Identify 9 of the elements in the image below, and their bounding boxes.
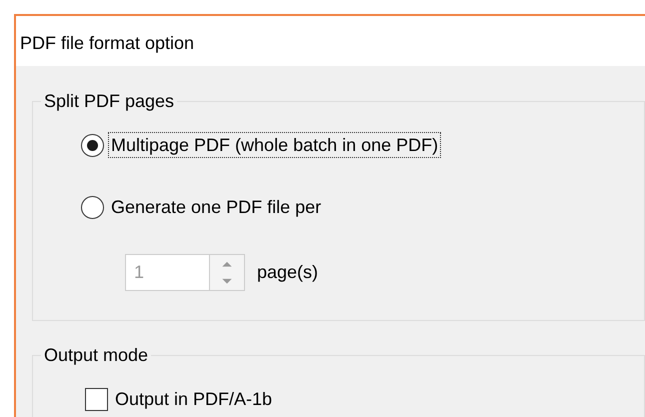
radio-label[interactable]: Generate one PDF file per [108, 194, 324, 220]
radio-label[interactable]: Multipage PDF (whole batch in one PDF) [108, 132, 442, 158]
checkbox[interactable] [85, 388, 108, 410]
window-title: PDF file format option [16, 16, 645, 66]
radio-button[interactable] [81, 196, 104, 218]
spin-arrows-icon[interactable] [209, 254, 245, 291]
checkbox-label[interactable]: Output in PDF/A-1b [112, 386, 276, 412]
radio-button[interactable] [81, 134, 104, 156]
unit-label: page(s) [257, 261, 318, 284]
